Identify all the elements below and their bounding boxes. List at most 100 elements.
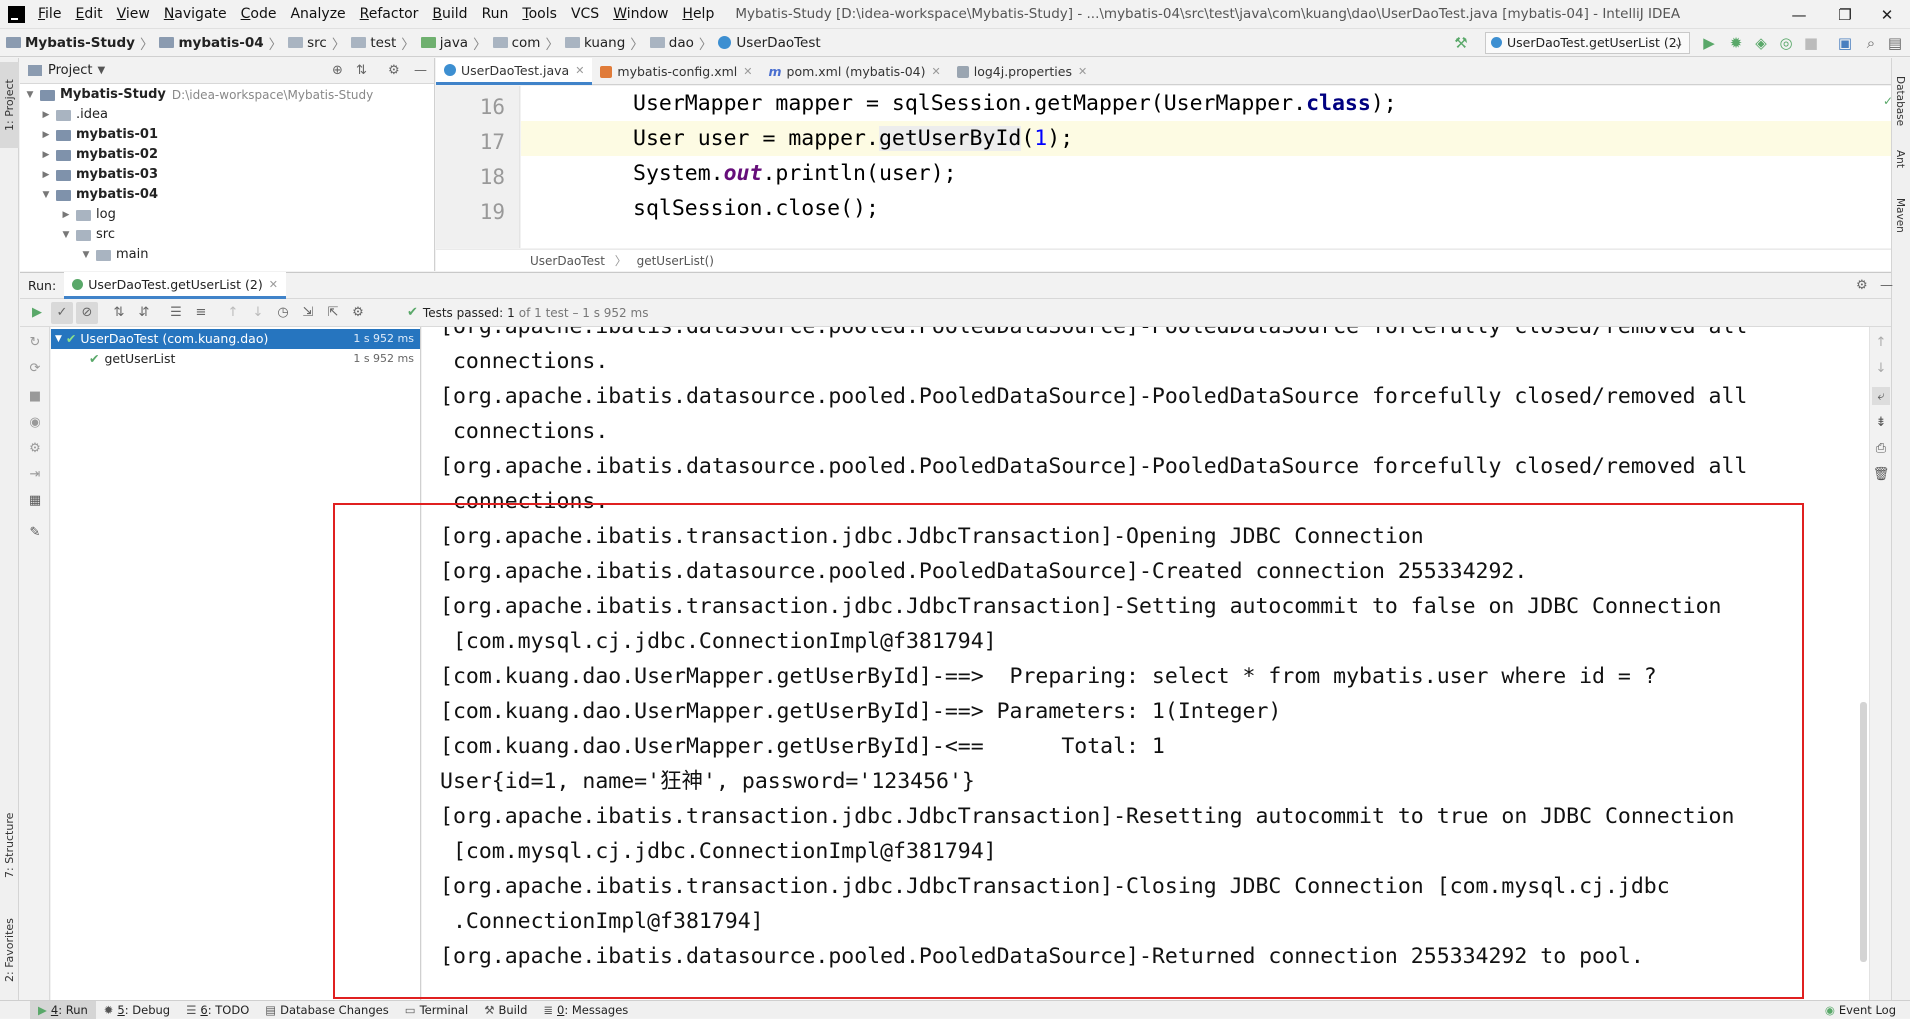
search-everywhere-icon[interactable]: ⌕ bbox=[1862, 34, 1880, 52]
rerun-icon[interactable]: ▶ bbox=[26, 302, 48, 324]
tree-item-root[interactable]: ▼ Mybatis-Study D:\idea-workspace\Mybatis-… bbox=[24, 85, 374, 105]
menu-code[interactable]: Code bbox=[234, 0, 284, 29]
tab-pom-xml[interactable]: m pom.xml (mybatis-04) ✕ bbox=[760, 58, 948, 85]
tree-item-idea[interactable]: ▶ .idea bbox=[40, 105, 108, 125]
tool-messages-button[interactable]: ≣ 0: Messages bbox=[535, 1001, 636, 1019]
menu-view[interactable]: View bbox=[110, 0, 157, 29]
tab-log4j-properties[interactable]: log4j.properties ✕ bbox=[949, 58, 1095, 85]
menu-vcs[interactable]: VCS bbox=[564, 0, 606, 29]
snapshot-icon[interactable]: ◉ bbox=[26, 413, 44, 431]
event-log-button[interactable]: ◉ Event Log bbox=[1817, 1001, 1904, 1019]
tree-item-src[interactable]: ▼ src bbox=[60, 225, 115, 245]
breadcrumb-com[interactable]: com 〉 bbox=[492, 33, 559, 53]
import-tests-icon[interactable]: ⇲ bbox=[297, 302, 319, 324]
run-configuration-select[interactable]: UserDaoTest.getUserList (2) ⌄ bbox=[1485, 32, 1690, 54]
tab-mybatis-config-xml[interactable]: mybatis-config.xml ✕ bbox=[592, 58, 760, 85]
tool-tab-ant[interactable]: Ant bbox=[1894, 150, 1906, 168]
menu-analyze[interactable]: Analyze bbox=[283, 0, 352, 29]
tool-database-changes-button[interactable]: ▤ Database Changes bbox=[257, 1001, 396, 1019]
maximize-button[interactable]: ❐ bbox=[1822, 0, 1868, 29]
test-tree-method[interactable]: ✔ getUserList 1 s 952 ms bbox=[51, 349, 420, 369]
menu-run[interactable]: Run bbox=[475, 0, 516, 29]
collapse-all-icon[interactable]: ≡ bbox=[190, 302, 212, 324]
close-tab-icon[interactable]: ✕ bbox=[1078, 65, 1087, 78]
stop-icon[interactable]: ■ bbox=[26, 387, 44, 405]
tree-item-log[interactable]: ▶ log bbox=[60, 205, 116, 225]
stop-icon[interactable]: ■ bbox=[1802, 34, 1820, 52]
tree-item-main[interactable]: ▼ main bbox=[80, 245, 149, 265]
trash-icon[interactable]: 🗑 bbox=[1872, 465, 1890, 483]
tree-item-mybatis-03[interactable]: ▶ mybatis-03 bbox=[40, 165, 158, 185]
collapse-icon[interactable]: ⇅ bbox=[356, 63, 367, 78]
close-tab-icon[interactable]: ✕ bbox=[932, 65, 941, 78]
pin-icon[interactable]: ✎ bbox=[26, 523, 44, 541]
profile-icon[interactable]: ◎ bbox=[1777, 34, 1795, 52]
soft-wrap-icon[interactable]: ⤶ bbox=[1872, 387, 1890, 405]
tree-item-mybatis-02[interactable]: ▶ mybatis-02 bbox=[40, 145, 158, 165]
layout-icon[interactable]: ▦ bbox=[26, 491, 44, 509]
tool-todo-button[interactable]: ☰ 6: TODO bbox=[178, 1001, 257, 1019]
menu-window[interactable]: Window bbox=[606, 0, 675, 29]
show-passed-icon[interactable]: ✓ bbox=[51, 301, 73, 324]
tool-tab-database[interactable]: Database bbox=[1894, 76, 1906, 126]
locate-icon[interactable]: ⊕ bbox=[332, 63, 343, 78]
rerun-failed-icon[interactable]: ↻ bbox=[26, 333, 44, 351]
close-window-button[interactable]: ✕ bbox=[1864, 0, 1910, 29]
minimize-button[interactable]: — bbox=[1776, 0, 1822, 29]
run-tab[interactable]: UserDaoTest.getUserList (2) ✕ bbox=[64, 272, 286, 299]
export-tests-icon[interactable]: ⇱ bbox=[322, 302, 344, 324]
menu-tools[interactable]: Tools bbox=[515, 0, 564, 29]
menu-help[interactable]: Help bbox=[675, 0, 721, 29]
code-line[interactable]: UserMapper mapper = sqlSession.getMapper… bbox=[521, 86, 1891, 121]
settings-icon[interactable]: ⚙ bbox=[26, 439, 44, 457]
editor-breadcrumb-method[interactable]: getUserList() bbox=[637, 254, 714, 268]
down-arrow-icon[interactable]: ↓ bbox=[1872, 359, 1890, 377]
tool-tab-structure[interactable]: 7: Structure bbox=[0, 803, 19, 888]
editor-breadcrumb-class[interactable]: UserDaoTest bbox=[530, 254, 605, 268]
debug-icon[interactable]: ✹ bbox=[1727, 34, 1745, 52]
build-hammer-icon[interactable]: ⚒ bbox=[1452, 34, 1470, 52]
tool-tab-favorites[interactable]: 2: Favorites bbox=[0, 908, 19, 993]
history-icon[interactable]: ◷ bbox=[272, 302, 294, 324]
breadcrumb-src[interactable]: src 〉 bbox=[288, 33, 345, 53]
sort-duration-icon[interactable]: ⇵ bbox=[133, 302, 155, 324]
toggle-auto-test-icon[interactable]: ⟳ bbox=[26, 359, 44, 377]
gear-icon[interactable]: ⚙ bbox=[1856, 278, 1868, 293]
code-editor[interactable]: UserMapper mapper = sqlSession.getMapper… bbox=[521, 86, 1891, 248]
project-structure-icon[interactable]: ▣ bbox=[1836, 34, 1854, 52]
tool-debug-button[interactable]: ✹ 5: Debug bbox=[96, 1001, 178, 1019]
tab-userdaotest-java[interactable]: UserDaoTest.java ✕ bbox=[436, 58, 593, 85]
scroll-to-end-icon[interactable]: ⇟ bbox=[1872, 413, 1890, 431]
console-scrollbar[interactable] bbox=[1860, 702, 1867, 962]
up-arrow-icon[interactable]: ↑ bbox=[1872, 333, 1890, 351]
print-icon[interactable]: ⎙ bbox=[1872, 439, 1890, 457]
settings-icon[interactable]: ▤ bbox=[1886, 34, 1904, 52]
coverage-icon[interactable]: ◈ bbox=[1752, 34, 1770, 52]
gear-icon[interactable]: ⚙ bbox=[388, 63, 400, 78]
tree-item-mybatis-01[interactable]: ▶ mybatis-01 bbox=[40, 125, 158, 145]
code-line-current[interactable]: User user = mapper.getUserById(1); bbox=[521, 121, 1891, 156]
tool-tab-project[interactable]: 1: Project bbox=[0, 62, 19, 148]
console-output[interactable]: [org.apache.ibatis.datasource.pooled.Poo… bbox=[422, 327, 1869, 1000]
project-view-select[interactable]: Project bbox=[48, 63, 92, 78]
next-test-icon[interactable]: ↓ bbox=[247, 302, 269, 324]
breadcrumb-module[interactable]: mybatis-04 〉 bbox=[159, 33, 282, 53]
dropdown-arrow-icon[interactable]: ▼ bbox=[97, 65, 105, 76]
breadcrumb-java[interactable]: java 〉 bbox=[420, 33, 487, 53]
run-icon[interactable]: ▶ bbox=[1700, 34, 1718, 52]
hide-icon[interactable]: — bbox=[414, 63, 427, 78]
test-tree-suite[interactable]: ▼ ✔ UserDaoTest (com.kuang.dao) 1 s 952 … bbox=[51, 329, 420, 349]
breadcrumb-class[interactable]: UserDaoTest bbox=[718, 35, 821, 51]
code-line[interactable]: sqlSession.close(); bbox=[521, 191, 1891, 226]
expand-all-icon[interactable]: ☰ bbox=[165, 302, 187, 324]
menu-build[interactable]: Build bbox=[425, 0, 474, 29]
exit-icon[interactable]: ⇥ bbox=[26, 465, 44, 483]
hide-icon[interactable]: — bbox=[1880, 278, 1893, 293]
menu-navigate[interactable]: Navigate bbox=[157, 0, 234, 29]
show-ignored-icon[interactable]: ⊘ bbox=[76, 301, 98, 324]
breadcrumb-test[interactable]: test 〉 bbox=[351, 33, 415, 53]
tool-tab-maven[interactable]: Maven bbox=[1894, 198, 1906, 233]
menu-file[interactable]: File bbox=[31, 0, 68, 29]
breadcrumb-kuang[interactable]: kuang 〉 bbox=[564, 33, 644, 53]
close-tab-icon[interactable]: ✕ bbox=[269, 278, 278, 291]
